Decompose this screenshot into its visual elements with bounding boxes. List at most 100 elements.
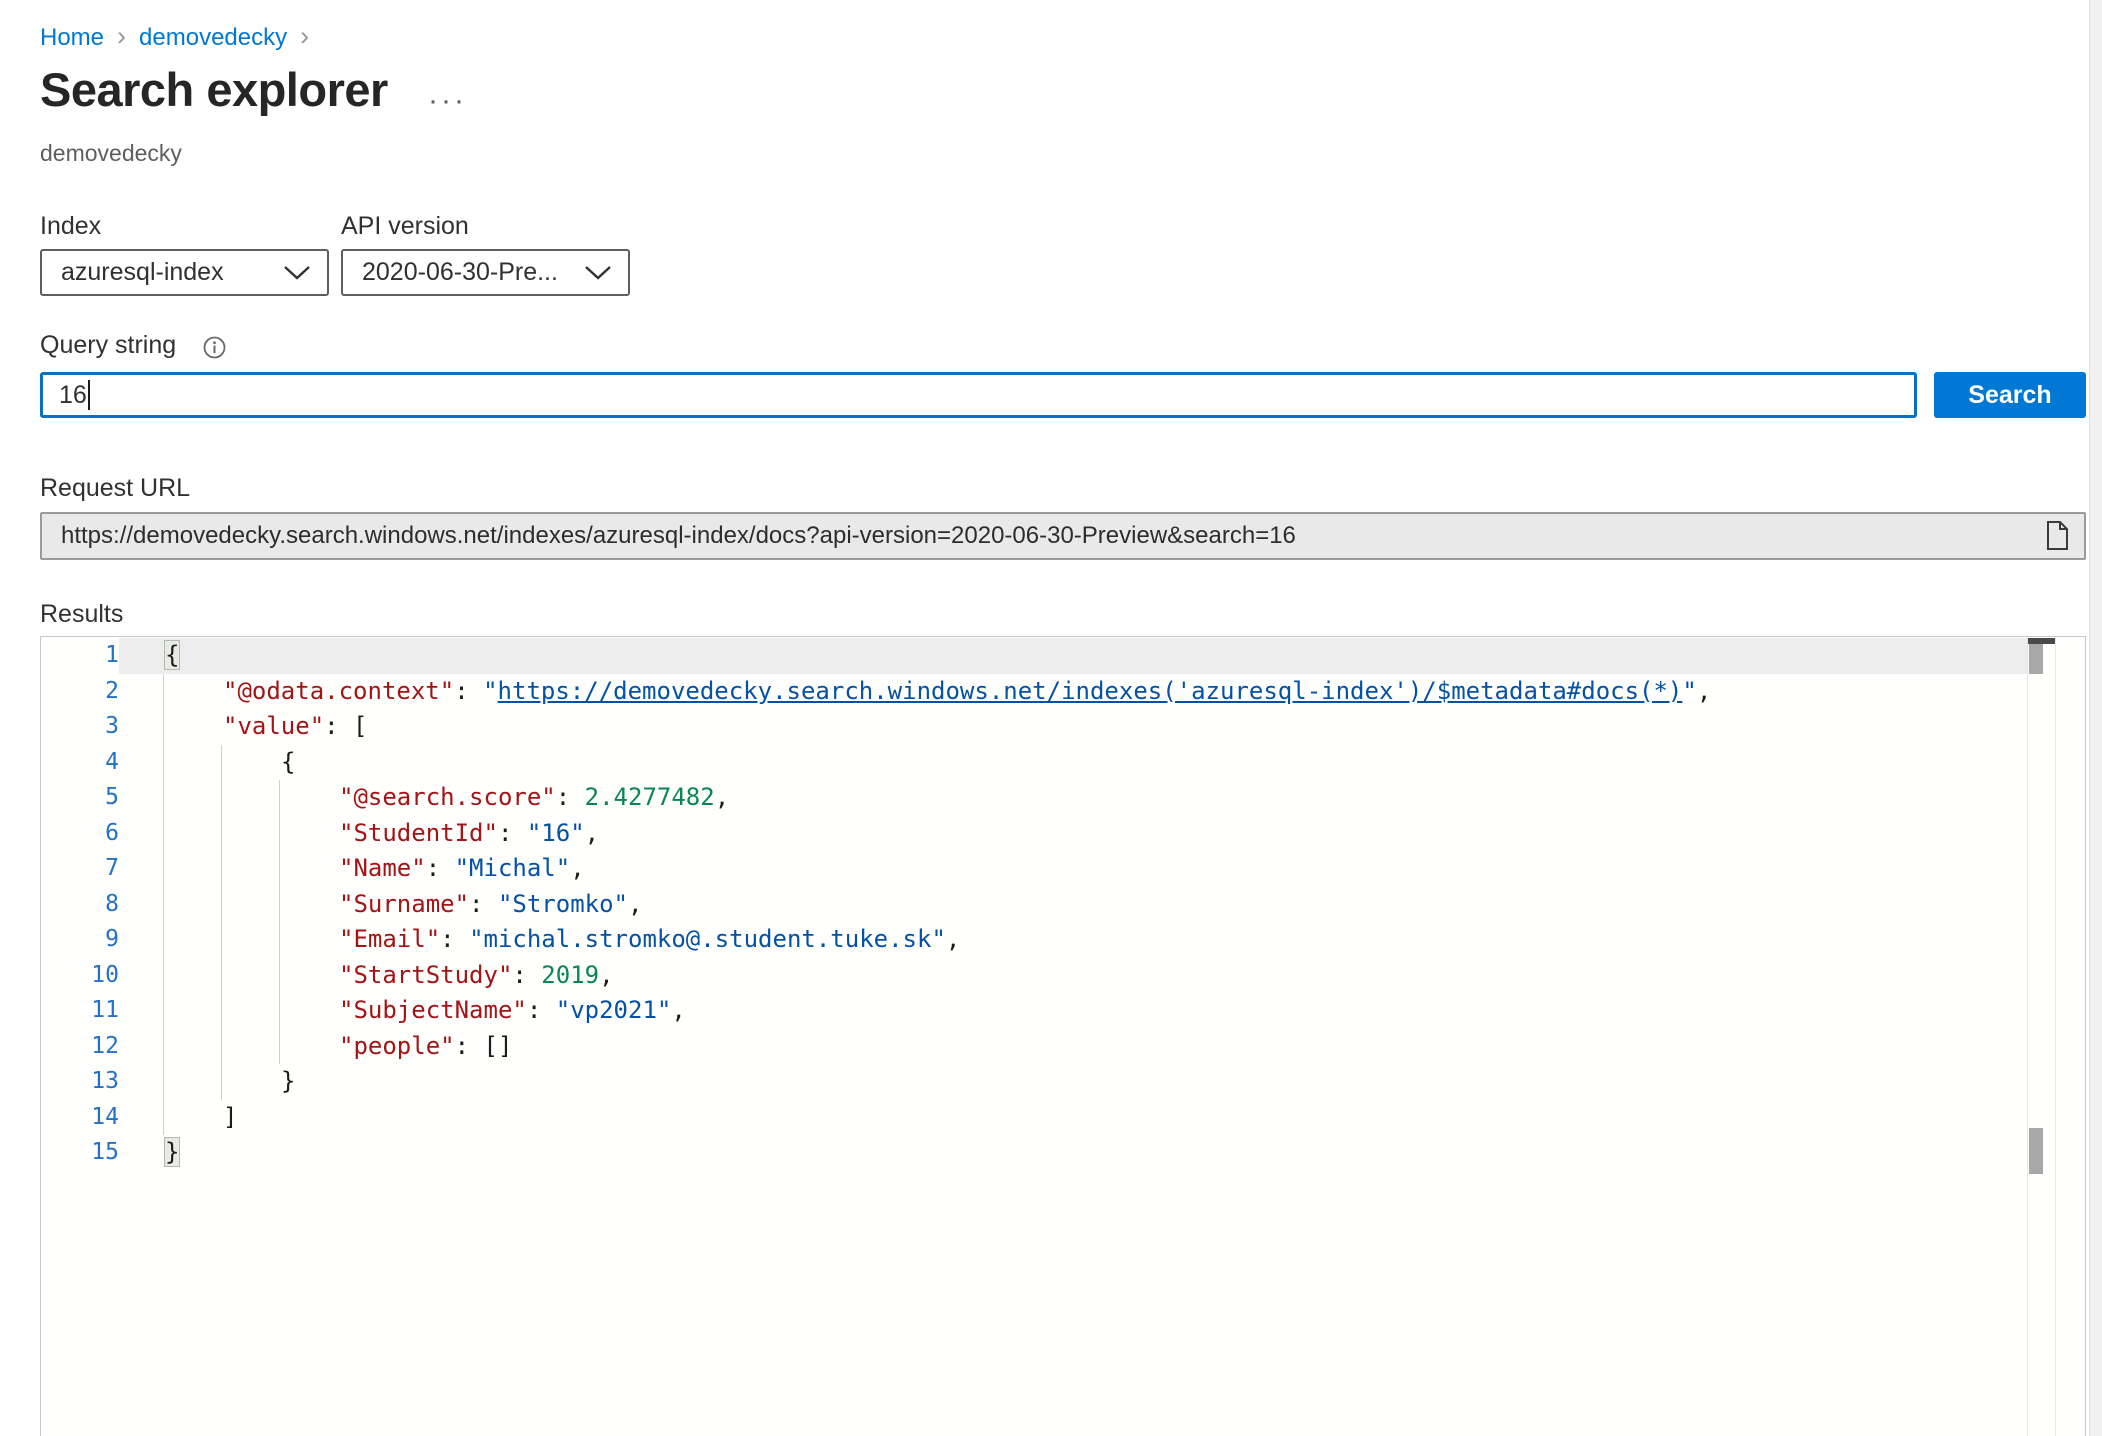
code-token: : [ [324, 712, 367, 740]
code-token: : [527, 996, 556, 1024]
breadcrumb-separator-icon: › [300, 24, 309, 48]
code-token: { [281, 748, 295, 776]
code-lines: 1{2"@odata.context": "https://demovedeck… [41, 638, 2085, 1171]
line-number: 11 [41, 993, 119, 1029]
request-url-field[interactable]: https://demovedecky.search.windows.net/i… [40, 512, 2086, 560]
code-token: : [498, 819, 527, 847]
code-token: : [440, 925, 469, 953]
copy-icon[interactable] [2044, 520, 2070, 552]
more-menu-icon[interactable]: ··· [428, 84, 467, 118]
code-token: 2019 [541, 961, 599, 989]
code-line: 4{ [41, 745, 2085, 781]
code-line: 11 "SubjectName": "vp2021", [41, 993, 2085, 1029]
code-line: 5"@search.score": 2.4277482, [41, 780, 2085, 816]
code-line: 10"StartStudy": 2019, [41, 958, 2085, 994]
code-token: "value" [223, 712, 324, 740]
code-token: "@odata.context" [223, 677, 454, 705]
code-token: , [1697, 677, 1711, 705]
breadcrumb-service-link[interactable]: demovedecky [139, 24, 287, 52]
code-token: "SubjectName" [339, 996, 527, 1024]
code-line: 6 "StudentId": "16", [41, 816, 2085, 852]
code-token: , [715, 783, 729, 811]
code-token: , [946, 925, 960, 953]
text-caret [88, 380, 90, 410]
breadcrumb: Home › demovedecky › [40, 24, 322, 52]
index-dropdown[interactable]: azuresql-index [40, 249, 329, 296]
breadcrumb-home-link[interactable]: Home [40, 24, 104, 52]
line-number: 8 [41, 887, 119, 923]
code-token: , [585, 819, 599, 847]
code-token: { [165, 641, 179, 669]
request-url-label: Request URL [40, 474, 190, 503]
code-token: "StudentId" [339, 819, 498, 847]
code-token: ] [223, 1103, 237, 1131]
scrollbar-thumb[interactable] [2029, 644, 2043, 674]
search-query-value: 16 [59, 381, 87, 410]
query-string-label: Query string [40, 331, 176, 360]
code-token: "Email" [339, 925, 440, 953]
code-token: "Stromko" [498, 890, 628, 918]
code-line: 1{ [41, 638, 2085, 674]
code-line: 12 "people": [] [41, 1029, 2085, 1065]
index-dropdown-value: azuresql-index [61, 258, 224, 287]
search-query-input[interactable]: 16 [40, 372, 1917, 418]
code-token: "Michal" [455, 854, 571, 882]
page-scrollbar[interactable] [2089, 0, 2102, 1436]
editor-scrollbar[interactable] [2027, 637, 2056, 1436]
line-number: 9 [41, 922, 119, 958]
code-token: } [165, 1138, 179, 1166]
code-token: "Surname" [339, 890, 469, 918]
code-line: 15} [41, 1135, 2085, 1171]
code-token: "vp2021" [556, 996, 672, 1024]
code-line: 8 "Surname": "Stromko", [41, 887, 2085, 923]
index-label: Index [40, 212, 101, 241]
line-number: 3 [41, 709, 119, 745]
chevron-down-icon [584, 265, 612, 280]
code-line: 7 "Name": "Michal", [41, 851, 2085, 887]
code-line: 14] [41, 1100, 2085, 1136]
page-title: Search explorer [40, 62, 388, 117]
code-line: 9 "Email": "michal.stromko@.student.tuke.… [41, 922, 2085, 958]
code-token: "16" [527, 819, 585, 847]
code-token: , [671, 996, 685, 1024]
line-number: 15 [41, 1135, 119, 1171]
code-token: : [454, 677, 483, 705]
page-subtitle: demovedecky [40, 140, 182, 167]
search-button[interactable]: Search [1934, 372, 2086, 418]
metadata-link[interactable]: https://demovedecky.search.windows.net/i… [498, 677, 1683, 705]
breadcrumb-separator-icon: › [117, 24, 126, 48]
code-token: : [469, 890, 498, 918]
code-token: "StartStudy" [339, 961, 512, 989]
code-line: 2 "@odata.context": "https://demovedecky.… [41, 674, 2085, 710]
line-number: 10 [41, 958, 119, 994]
line-number: 5 [41, 780, 119, 816]
results-label: Results [40, 600, 123, 629]
code-line: 3 "value": [ [41, 709, 2085, 745]
line-number: 12 [41, 1029, 119, 1065]
code-token: "people" [339, 1032, 455, 1060]
code-token: : [426, 854, 455, 882]
line-number: 1 [41, 638, 119, 674]
api-version-dropdown[interactable]: 2020-06-30-Pre... [341, 249, 630, 296]
code-token: , [599, 961, 613, 989]
line-number: 2 [41, 674, 119, 710]
line-number: 6 [41, 816, 119, 852]
code-token: : [] [455, 1032, 513, 1060]
code-token: "Name" [339, 854, 426, 882]
results-json-editor[interactable]: 1{2"@odata.context": "https://demovedeck… [40, 636, 2086, 1436]
code-token: : [556, 783, 585, 811]
line-number: 13 [41, 1064, 119, 1100]
api-version-dropdown-value: 2020-06-30-Pre... [362, 258, 558, 287]
code-token: "@search.score" [339, 783, 556, 811]
line-number: 14 [41, 1100, 119, 1136]
overview-ruler-mark [2029, 1128, 2043, 1174]
code-token: " [483, 677, 497, 705]
request-url-value: https://demovedecky.search.windows.net/i… [61, 522, 2034, 550]
code-token: , [570, 854, 584, 882]
info-icon[interactable] [203, 336, 226, 359]
code-token: , [628, 890, 642, 918]
line-number: 7 [41, 851, 119, 887]
code-token: "michal.stromko@.student.tuke.sk" [469, 925, 946, 953]
line-number: 4 [41, 745, 119, 781]
code-line: 13} [41, 1064, 2085, 1100]
